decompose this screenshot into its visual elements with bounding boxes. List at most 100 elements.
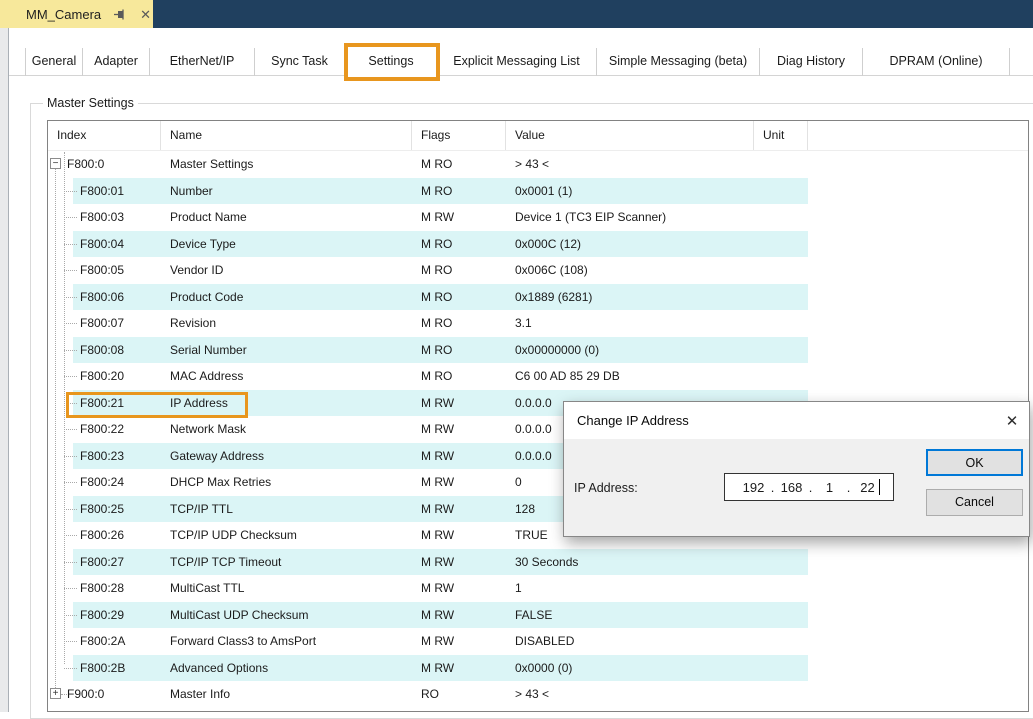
- cell-flags: M RW: [412, 549, 506, 576]
- column-header-flags[interactable]: Flags: [412, 121, 506, 150]
- cell-blank: [808, 231, 1028, 258]
- cell-name: Master Info: [161, 681, 412, 708]
- tree-line: [64, 562, 77, 563]
- tree-line: [64, 152, 65, 665]
- cell-value: 0x0000 (0): [506, 655, 754, 682]
- cell-value: > 43 <: [506, 681, 754, 708]
- cell-unit: [754, 204, 808, 231]
- document-tab-mm-camera[interactable]: MM_Camera ✕: [0, 0, 153, 28]
- cell-unit: [754, 337, 808, 364]
- cell-name: Gateway Address: [161, 443, 412, 470]
- cell-name: Product Name: [161, 204, 412, 231]
- cell-flags: M RO: [412, 151, 506, 178]
- cell-value: Device 1 (TC3 EIP Scanner): [506, 204, 754, 231]
- table-row-f800-29[interactable]: F800:29MultiCast UDP ChecksumM RWFALSE: [48, 602, 1028, 629]
- table-row-f800-2b[interactable]: F800:2BAdvanced OptionsM RW0x0000 (0): [48, 655, 1028, 682]
- ip-separator: .: [845, 480, 853, 495]
- table-row-f800-05[interactable]: F800:05 Vendor IDM RO0x006C (108): [48, 257, 1028, 284]
- cell-flags: M RO: [412, 178, 506, 205]
- table-row-f800-04[interactable]: F800:04Device TypeM RO0x000C (12): [48, 231, 1028, 258]
- cell-blank: [808, 363, 1028, 390]
- tree-line: [64, 270, 77, 271]
- cell-value: 0x006C (108): [506, 257, 754, 284]
- tree-line: [55, 164, 56, 688]
- tree-line: [64, 535, 77, 536]
- column-header-unit[interactable]: Unit: [754, 121, 808, 150]
- tree-line: [64, 615, 77, 616]
- cell-unit: [754, 284, 808, 311]
- cell-unit: [754, 178, 808, 205]
- column-header-index[interactable]: Index: [48, 121, 161, 150]
- tree-line: [64, 456, 77, 457]
- index-text: F800:2A: [80, 628, 125, 655]
- ip-address-label: IP Address:: [574, 474, 638, 502]
- cell-blank: [808, 151, 1028, 178]
- cell-flags: M RW: [412, 416, 506, 443]
- tree-line: [64, 509, 77, 510]
- tab-simple-messaging-beta[interactable]: Simple Messaging (beta): [597, 48, 760, 76]
- table-row-f800-07[interactable]: F800:07RevisionM RO3.1: [48, 310, 1028, 337]
- tab-diag-history[interactable]: Diag History: [760, 48, 863, 76]
- tab-ethernet-ip[interactable]: EtherNet/IP: [150, 48, 255, 76]
- cell-unit: [754, 628, 808, 655]
- index-text: F800:05: [80, 257, 124, 284]
- cell-blank: [808, 178, 1028, 205]
- cell-name: MultiCast UDP Checksum: [161, 602, 412, 629]
- cell-name: Advanced Options: [161, 655, 412, 682]
- cell-name: Vendor ID: [161, 257, 412, 284]
- cell-unit: [754, 655, 808, 682]
- table-row-f800-01[interactable]: F800:01NumberM RO0x0001 (1): [48, 178, 1028, 205]
- cell-flags: M RW: [412, 443, 506, 470]
- window-title-bar: [0, 0, 1033, 28]
- column-header-blank[interactable]: [808, 121, 1028, 150]
- index-text: F800:08: [80, 337, 124, 364]
- cell-flags: RO: [412, 681, 506, 708]
- cell-name: DHCP Max Retries: [161, 469, 412, 496]
- dialog-title-bar[interactable]: Change IP Address ✕: [564, 402, 1029, 439]
- cell-blank: [808, 602, 1028, 629]
- cell-name: MAC Address: [161, 363, 412, 390]
- dialog-close-icon[interactable]: ✕: [995, 402, 1029, 439]
- cell-flags: M RW: [412, 655, 506, 682]
- close-icon[interactable]: ✕: [138, 7, 153, 22]
- table-row-f800-20[interactable]: F800:20MAC AddressM ROC6 00 AD 85 29 DB: [48, 363, 1028, 390]
- index-text: F900:0: [67, 681, 104, 708]
- table-row-f800-0[interactable]: −F800:0Master SettingsM RO> 43 <: [48, 151, 1028, 178]
- index-text: F800:27: [80, 549, 124, 576]
- tree-line: [64, 588, 77, 589]
- cell-name: TCP/IP TTL: [161, 496, 412, 523]
- cell-flags: M RO: [412, 363, 506, 390]
- column-header-value[interactable]: Value: [506, 121, 754, 150]
- cell-name: TCP/IP UDP Checksum: [161, 522, 412, 549]
- table-row-f800-03[interactable]: F800:03Product NameM RWDevice 1 (TC3 EIP…: [48, 204, 1028, 231]
- index-text: F800:23: [80, 443, 124, 470]
- table-row-f800-06[interactable]: F800:06Product CodeM RO0x1889 (6281): [48, 284, 1028, 311]
- ip-address-input[interactable]: 192.168.1.22: [724, 473, 894, 501]
- table-row-f800-27[interactable]: F800:27TCP/IP TCP TimeoutM RW30 Seconds: [48, 549, 1028, 576]
- tab-sync-task[interactable]: Sync Task: [255, 48, 345, 76]
- expand-icon[interactable]: +: [50, 688, 61, 699]
- table-row-f800-2a[interactable]: F800:2AForward Class3 to AmsPortM RWDISA…: [48, 628, 1028, 655]
- cell-blank: [808, 284, 1028, 311]
- table-row-f900-0[interactable]: + F900:0 Master InfoRO> 43 <: [48, 681, 1028, 708]
- pin-icon[interactable]: [112, 7, 127, 22]
- cell-value: 0x1889 (6281): [506, 284, 754, 311]
- tab-general[interactable]: General: [25, 48, 83, 76]
- table-row-f800-08[interactable]: F800:08Serial NumberM RO0x00000000 (0): [48, 337, 1028, 364]
- cancel-button[interactable]: Cancel: [926, 489, 1023, 516]
- collapse-icon[interactable]: −: [50, 158, 61, 169]
- ip-segment-3: 1: [815, 480, 845, 495]
- cell-blank: [808, 655, 1028, 682]
- ok-button[interactable]: OK: [926, 449, 1023, 476]
- cell-name: Serial Number: [161, 337, 412, 364]
- tab-adapter[interactable]: Adapter: [83, 48, 150, 76]
- tab-dpram-online[interactable]: DPRAM (Online): [863, 48, 1010, 76]
- cell-value: 0x0001 (1): [506, 178, 754, 205]
- cell-name: TCP/IP TCP Timeout: [161, 549, 412, 576]
- cell-flags: M RO: [412, 257, 506, 284]
- table-row-f800-28[interactable]: F800:28MultiCast TTLM RW1: [48, 575, 1028, 602]
- tab-explicit-messaging-list[interactable]: Explicit Messaging List: [437, 48, 597, 76]
- cell-flags: M RW: [412, 204, 506, 231]
- column-header-name[interactable]: Name: [161, 121, 412, 150]
- index-text: F800:25: [80, 496, 124, 523]
